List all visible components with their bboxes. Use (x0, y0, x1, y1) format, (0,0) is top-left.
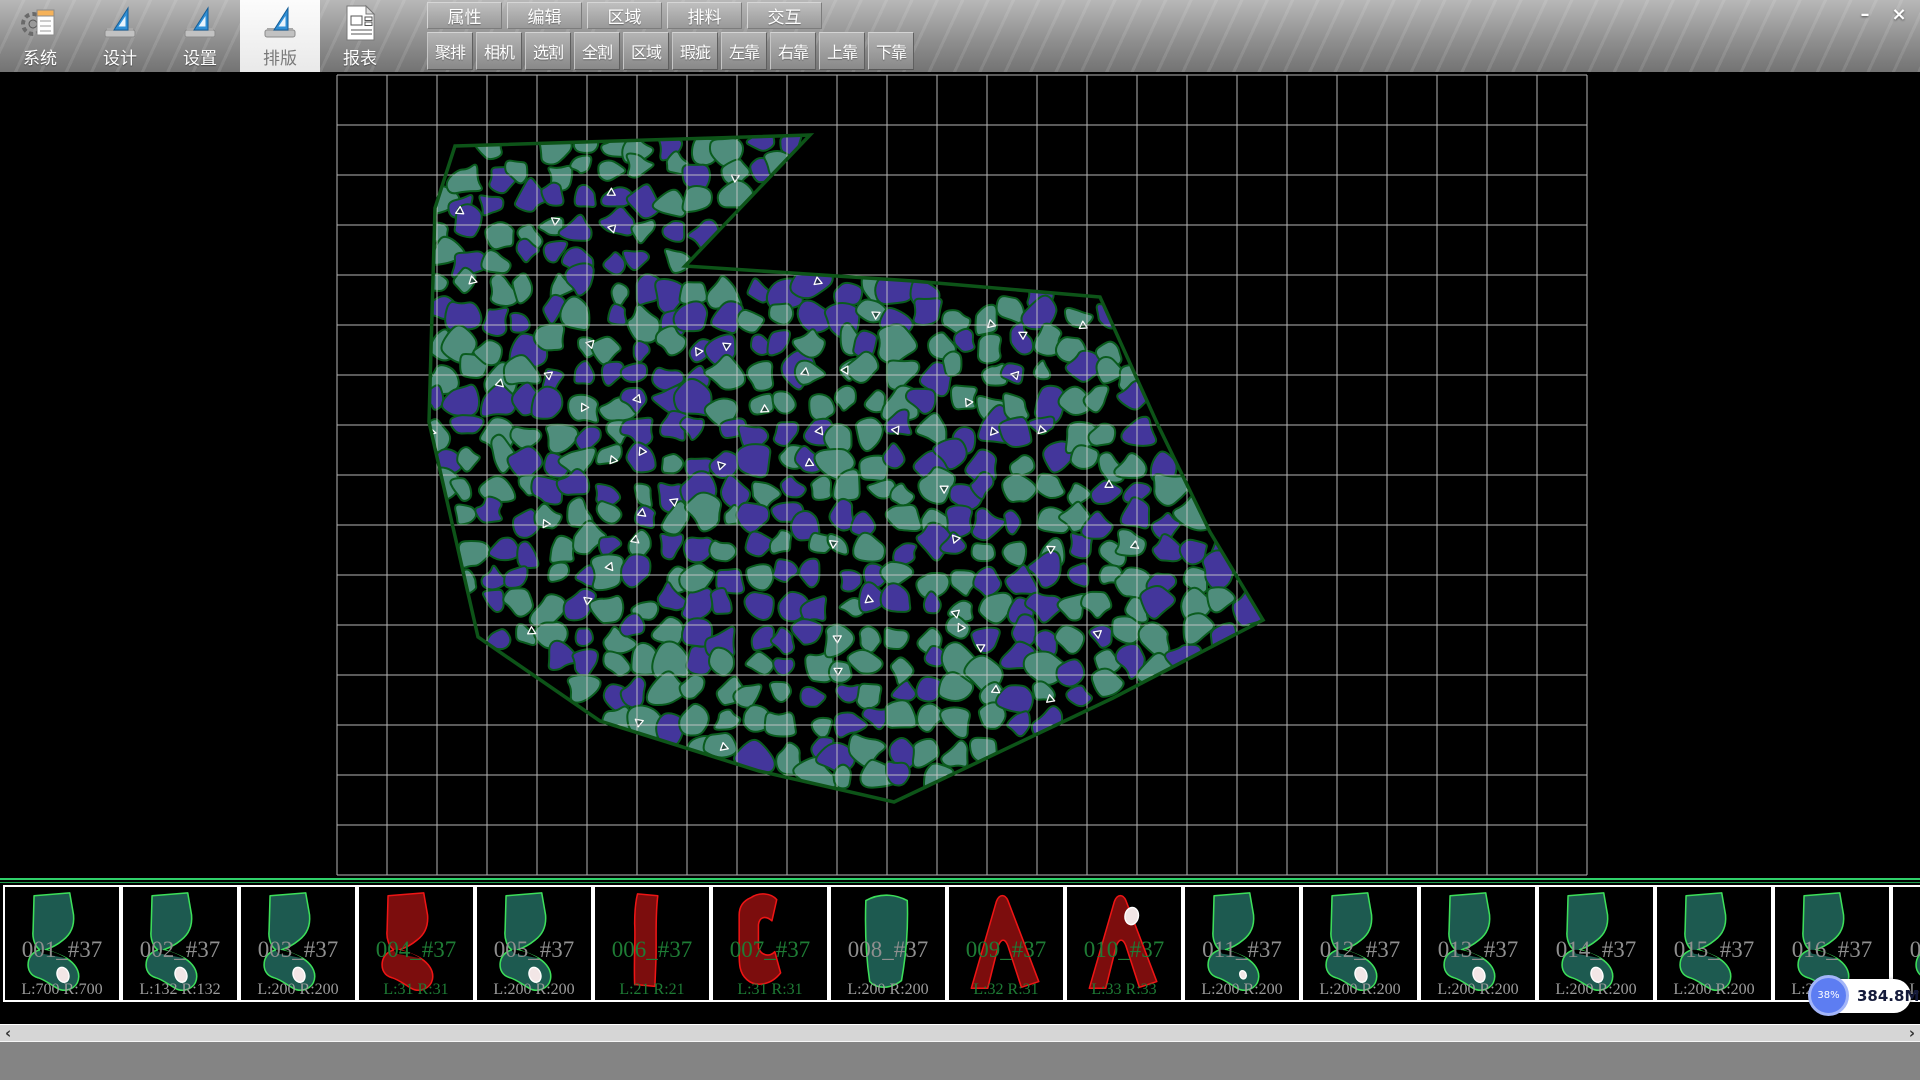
tool-row: 聚排相机选割全割区域瑕疵左靠右靠上靠下靠 (427, 32, 914, 70)
tool-button-5[interactable]: 瑕疵 (672, 32, 718, 70)
piece-name: 003_#37 (241, 937, 355, 963)
nav-button-report[interactable]: 报表 (320, 0, 400, 72)
main-nav: 系统 设计 设置 排版 报表 (0, 0, 400, 72)
piece-thumbnail-003_#37[interactable]: 003_#37 L:200 R:200 (239, 885, 357, 1002)
tool-button-2[interactable]: 选割 (525, 32, 571, 70)
nav-button-nesting[interactable]: 排版 (240, 0, 320, 72)
piece-name: 015_#37 (1657, 937, 1771, 963)
strip-divider-line (0, 878, 1920, 880)
piece-lr-count: L:200 R:200 (1657, 981, 1771, 999)
piece-thumbnail-010_#37[interactable]: 010_#37 L:33 R:33 (1065, 885, 1183, 1002)
piece-lr-count: L:200 R:200 (1539, 981, 1653, 999)
tool-button-0[interactable]: 聚排 (427, 32, 473, 70)
piece-thumbnail-014_#37[interactable]: 014_#37 L:200 R:200 (1537, 885, 1655, 1002)
scroll-left-arrow[interactable]: ‹ (5, 1025, 11, 1041)
toolbar: 系统设计设置排版报表 属性编辑区域排料交互 聚排相机选割全割区域瑕疵左靠右靠上靠… (0, 0, 1920, 72)
piece-lr-count: L:200 R:200 (241, 981, 355, 999)
piece-thumbnail-007_#37[interactable]: 007_#37 L:31 R:31 (711, 885, 829, 1002)
piece-lr-count: L:21 R:21 (595, 981, 709, 999)
piece-name: 012_#37 (1303, 937, 1417, 963)
piece-lr-count: L:31 R:31 (359, 981, 473, 999)
piece-name: 008_#37 (831, 937, 945, 963)
scroll-right-arrow[interactable]: › (1909, 1025, 1915, 1041)
piece-strip: 001_#37 L:700 R:700002_#37 L:132 R:132003_… (0, 878, 1920, 1024)
tool-button-7[interactable]: 右靠 (770, 32, 816, 70)
piece-name: 010_#37 (1067, 937, 1181, 963)
menu-button-2[interactable]: 区域 (587, 2, 662, 29)
piece-thumbnail-006_#37[interactable]: 006_#37 L:21 R:21 (593, 885, 711, 1002)
piece-name: 014_#37 (1539, 937, 1653, 963)
tool-button-9[interactable]: 下靠 (868, 32, 914, 70)
tool-button-1[interactable]: 相机 (476, 32, 522, 70)
piece-name: 007_#37 (713, 937, 827, 963)
strip-divider-line-2 (0, 882, 1920, 883)
piece-name: 002_#37 (123, 937, 237, 963)
menu-bar: 属性编辑区域排料交互 (427, 2, 822, 29)
nesting-icon (260, 3, 300, 43)
piece-name: 001_#37 (5, 937, 119, 963)
piece-name: 005_#37 (477, 937, 591, 963)
piece-thumbnail-list: 001_#37 L:700 R:700002_#37 L:132 R:132003_… (3, 885, 1920, 1002)
piece-thumbnail-005_#37[interactable]: 005_#37 L:200 R:200 (475, 885, 593, 1002)
horizontal-scrollbar[interactable]: ‹ › (0, 1024, 1920, 1041)
piece-lr-count: L:200 R:200 (1303, 981, 1417, 999)
piece-lr-count: L:200 R:200 (1421, 981, 1535, 999)
report-icon (340, 3, 380, 43)
piece-lr-count: L:200 R:200 (477, 981, 591, 999)
nav-button-settings[interactable]: 设置 (160, 0, 240, 72)
tool-button-6[interactable]: 左靠 (721, 32, 767, 70)
piece-thumbnail-013_#37[interactable]: 013_#37 L:200 R:200 (1419, 885, 1537, 1002)
piece-thumbnail-008_#37[interactable]: 008_#37 L:200 R:200 (829, 885, 947, 1002)
progress-circle: 38% (1808, 975, 1849, 1016)
nav-label: 报表 (343, 44, 377, 69)
nav-label: 设计 (103, 44, 137, 69)
nav-label: 系统 (23, 44, 57, 69)
minimize-button[interactable]: – (1850, 2, 1880, 26)
menu-button-1[interactable]: 编辑 (507, 2, 582, 29)
piece-name: 006_#37 (595, 937, 709, 963)
piece-thumbnail-002_#37[interactable]: 002_#37 L:132 R:132 (121, 885, 239, 1002)
piece-thumbnail-004_#37[interactable]: 004_#37 L:31 R:31 (357, 885, 475, 1002)
piece-thumbnail-012_#37[interactable]: 012_#37 L:200 R:200 (1301, 885, 1419, 1002)
hide-nesting-view (0, 72, 1920, 878)
memory-value: 384.8M (1857, 987, 1919, 1005)
close-button[interactable]: × (1884, 2, 1914, 26)
piece-name: 011_#37 (1185, 937, 1299, 963)
nav-label: 设置 (183, 44, 217, 69)
window-controls: – × (1850, 2, 1914, 26)
piece-lr-count: L:31 R:31 (713, 981, 827, 999)
piece-thumbnail-001_#37[interactable]: 001_#37 L:700 R:700 (3, 885, 121, 1002)
piece-name: 017_#37 (1893, 937, 1920, 963)
nav-button-system[interactable]: 系统 (0, 0, 80, 72)
nav-button-design[interactable]: 设计 (80, 0, 160, 72)
piece-thumbnail-011_#37[interactable]: 011_#37 L:200 R:200 (1183, 885, 1301, 1002)
tool-button-4[interactable]: 区域 (623, 32, 669, 70)
piece-name: 016_#37 (1775, 937, 1889, 963)
piece-lr-count: L:33 R:33 (1067, 981, 1181, 999)
piece-name: 009_#37 (949, 937, 1063, 963)
piece-lr-count: L:700 R:700 (5, 981, 119, 999)
nav-label: 排版 (263, 44, 297, 69)
memory-badge: 38% 384.8M (1811, 979, 1911, 1013)
nesting-canvas[interactable] (0, 72, 1920, 878)
menu-button-0[interactable]: 属性 (427, 2, 502, 29)
tool-button-3[interactable]: 全割 (574, 32, 620, 70)
piece-lr-count: L:132 R:132 (123, 981, 237, 999)
piece-name: 013_#37 (1421, 937, 1535, 963)
system-icon (20, 3, 60, 43)
piece-lr-count: L:32 R:31 (949, 981, 1063, 999)
tool-button-8[interactable]: 上靠 (819, 32, 865, 70)
settings-icon (180, 3, 220, 43)
menu-button-4[interactable]: 交互 (747, 2, 822, 29)
piece-lr-count: L:200 R:200 (1185, 981, 1299, 999)
status-bar (0, 1041, 1920, 1080)
menu-button-3[interactable]: 排料 (667, 2, 742, 29)
piece-lr-count: L:200 R:200 (831, 981, 945, 999)
piece-name: 004_#37 (359, 937, 473, 963)
piece-thumbnail-015_#37[interactable]: 015_#37 L:200 R:200 (1655, 885, 1773, 1002)
piece-thumbnail-009_#37[interactable]: 009_#37 L:32 R:31 (947, 885, 1065, 1002)
design-icon (100, 3, 140, 43)
